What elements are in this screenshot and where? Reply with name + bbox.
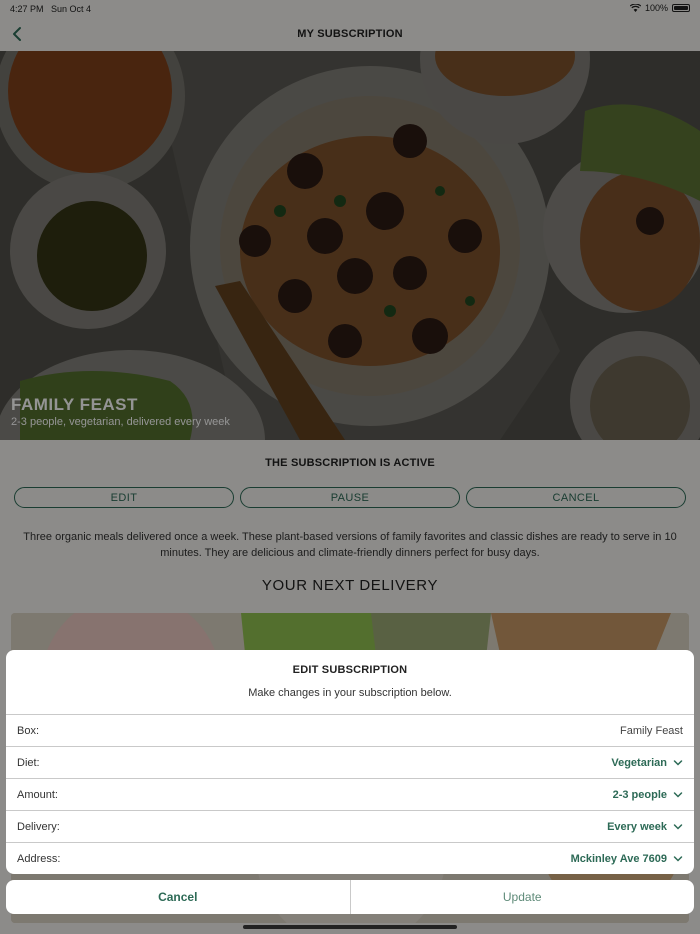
chevron-down-icon	[673, 824, 683, 830]
home-indicator	[243, 925, 457, 929]
delivery-select[interactable]: Every week	[607, 821, 683, 833]
diet-value: Vegetarian	[611, 757, 667, 769]
amount-label: Amount:	[17, 789, 58, 801]
chevron-down-icon	[673, 792, 683, 798]
sheet-title: EDIT SUBSCRIPTION	[292, 664, 408, 676]
box-label: Box:	[17, 725, 40, 737]
address-value: Mckinley Ave 7609	[570, 853, 667, 865]
address-label: Address:	[17, 853, 61, 865]
delivery-value: Every week	[607, 821, 667, 833]
delivery-label: Delivery:	[17, 821, 60, 833]
address-select[interactable]: Mckinley Ave 7609	[571, 853, 683, 865]
amount-select[interactable]: 2-3 people	[613, 789, 683, 801]
sheet-subtitle: Make changes in your subscription below.	[248, 687, 452, 699]
sheet-buttons: Cancel Update	[6, 880, 694, 914]
diet-label: Diet:	[17, 757, 40, 769]
chevron-down-icon	[673, 760, 683, 766]
diet-row[interactable]: Diet: Vegetarian	[6, 746, 694, 778]
amount-row[interactable]: Amount: 2-3 people	[6, 778, 694, 810]
cancel-button[interactable]: Cancel	[6, 880, 351, 914]
amount-value: 2-3 people	[612, 789, 667, 801]
diet-select[interactable]: Vegetarian	[611, 757, 683, 769]
box-row: Box: Family Feast	[6, 714, 694, 746]
delivery-row[interactable]: Delivery: Every week	[6, 810, 694, 842]
chevron-down-icon	[673, 856, 683, 862]
box-value: Family Feast	[620, 725, 683, 737]
address-row[interactable]: Address: Mckinley Ave 7609	[6, 842, 694, 874]
update-button[interactable]: Update	[350, 880, 694, 914]
edit-subscription-sheet: EDIT SUBSCRIPTION Make changes in your s…	[6, 650, 694, 874]
